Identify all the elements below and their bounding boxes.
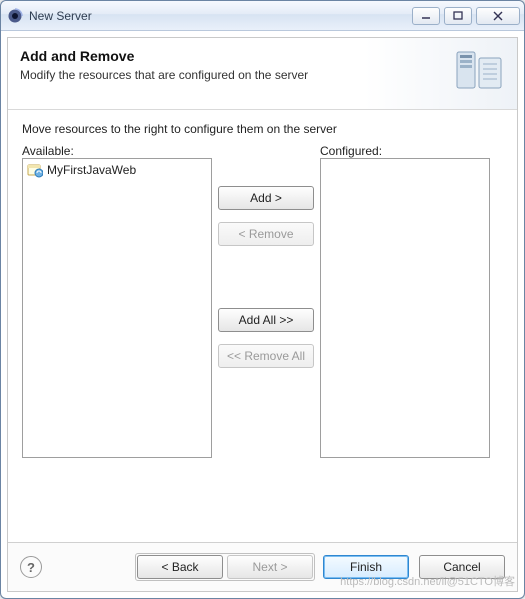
list-item-label: MyFirstJavaWeb xyxy=(47,163,136,177)
close-button[interactable] xyxy=(476,7,520,25)
dialog-body: Add and Remove Modify the resources that… xyxy=(7,37,518,592)
maximize-button[interactable] xyxy=(444,7,472,25)
available-listbox[interactable]: MyFirstJavaWeb xyxy=(22,158,212,458)
instruction-text: Move resources to the right to configure… xyxy=(22,122,503,136)
back-next-group: < Back Next > xyxy=(135,553,315,581)
window-title: New Server xyxy=(29,9,412,23)
project-icon xyxy=(27,162,43,178)
remove-all-button: << Remove All xyxy=(218,344,314,368)
help-icon[interactable]: ? xyxy=(20,556,42,578)
add-all-button[interactable]: Add All >> xyxy=(218,308,314,332)
finish-button[interactable]: Finish xyxy=(323,555,409,579)
available-label: Available: xyxy=(22,144,212,158)
titlebar: New Server xyxy=(1,1,524,31)
next-button: Next > xyxy=(227,555,313,579)
banner-subheading: Modify the resources that are configured… xyxy=(20,68,308,82)
minimize-button[interactable] xyxy=(412,7,440,25)
list-item[interactable]: MyFirstJavaWeb xyxy=(25,161,209,179)
banner-heading: Add and Remove xyxy=(20,48,308,64)
remove-button: < Remove xyxy=(218,222,314,246)
configured-listbox[interactable] xyxy=(320,158,490,458)
banner: Add and Remove Modify the resources that… xyxy=(8,38,517,110)
content: Move resources to the right to configure… xyxy=(8,110,517,542)
app-icon xyxy=(7,8,23,24)
configured-label: Configured: xyxy=(320,144,503,158)
cancel-button[interactable]: Cancel xyxy=(419,555,505,579)
transfer-button-column: Add > < Remove Add All >> << Remove All xyxy=(212,158,320,536)
back-button[interactable]: < Back xyxy=(137,555,223,579)
footer: ? < Back Next > Finish Cancel xyxy=(8,542,517,591)
add-button[interactable]: Add > xyxy=(218,186,314,210)
server-icon xyxy=(453,48,505,95)
dialog-window: New Server Add and Remove Modify the res… xyxy=(0,0,525,599)
